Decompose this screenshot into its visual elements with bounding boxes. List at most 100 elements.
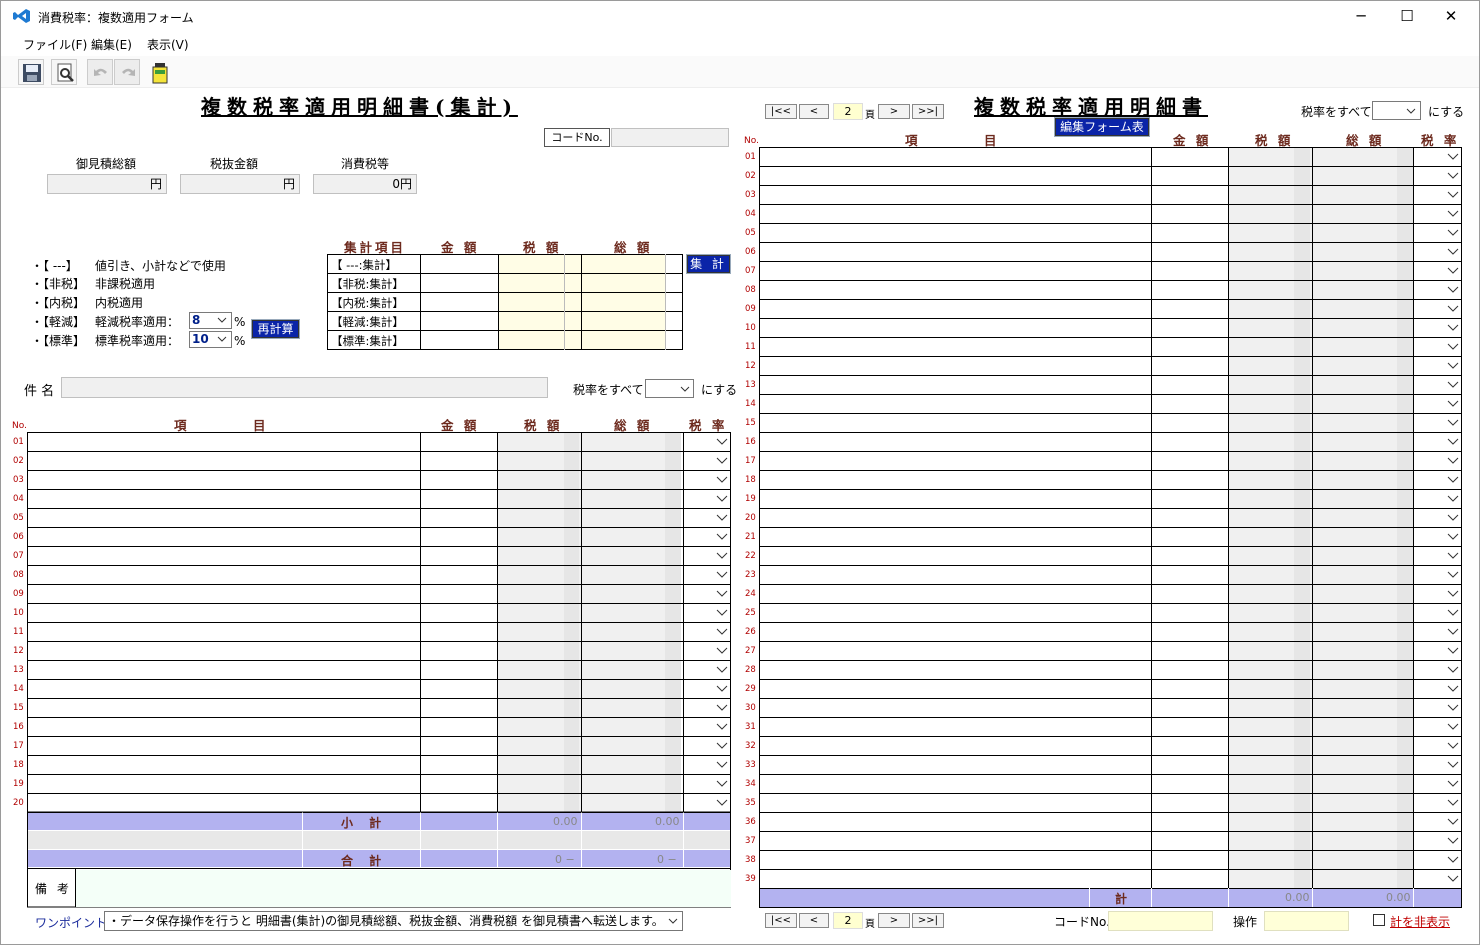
- chevron-down-icon[interactable]: [1447, 229, 1459, 236]
- chevron-down-icon[interactable]: [1447, 267, 1459, 274]
- chevron-down-icon[interactable]: [1447, 381, 1459, 388]
- chevron-down-icon[interactable]: [716, 704, 728, 711]
- chevron-down-icon[interactable]: [1447, 552, 1459, 559]
- chevron-down-icon[interactable]: [1447, 742, 1459, 749]
- chevron-down-icon[interactable]: [716, 495, 728, 502]
- chevron-down-icon[interactable]: [1447, 305, 1459, 312]
- chevron-down-icon[interactable]: [716, 761, 728, 768]
- save-button[interactable]: [18, 59, 44, 85]
- menu-edit[interactable]: 編集(E): [91, 36, 132, 53]
- operation-input[interactable]: [1264, 911, 1349, 931]
- chevron-down-icon[interactable]: [1447, 419, 1459, 426]
- redo-button[interactable]: [114, 59, 140, 85]
- print-preview-button[interactable]: [51, 59, 77, 85]
- undo-button[interactable]: [87, 59, 113, 85]
- chevron-down-icon[interactable]: [1447, 153, 1459, 160]
- chevron-down-icon[interactable]: [716, 533, 728, 540]
- chevron-down-icon[interactable]: [716, 666, 728, 673]
- battery-button[interactable]: [148, 59, 174, 85]
- chevron-down-icon[interactable]: [716, 609, 728, 616]
- nav-last-button[interactable]: >>|: [912, 104, 944, 119]
- row-number: 07: [13, 551, 24, 561]
- chevron-down-icon[interactable]: [716, 571, 728, 578]
- chevron-down-icon[interactable]: [716, 685, 728, 692]
- minimize-button[interactable]: ─: [1338, 1, 1384, 31]
- chevron-down-icon[interactable]: [716, 552, 728, 559]
- subject-label: 件 名: [24, 384, 55, 399]
- aggregate-button[interactable]: 集 計: [686, 254, 731, 274]
- chevron-down-icon[interactable]: [1447, 723, 1459, 730]
- close-button[interactable]: ✕: [1428, 1, 1474, 31]
- hide-total-label[interactable]: 計を非表示: [1390, 913, 1450, 930]
- chevron-down-icon[interactable]: [1447, 495, 1459, 502]
- chevron-down-icon[interactable]: [1447, 799, 1459, 806]
- chevron-down-icon[interactable]: [716, 628, 728, 635]
- chevron-down-icon[interactable]: [716, 780, 728, 787]
- subtotal-tax: 0.00: [553, 815, 578, 828]
- edit-form-button[interactable]: 編集フォーム表示: [1054, 117, 1150, 150]
- chevron-down-icon[interactable]: [1447, 818, 1459, 825]
- maximize-button[interactable]: ☐: [1384, 1, 1430, 31]
- hide-total-checkbox[interactable]: [1373, 914, 1385, 926]
- chevron-down-icon[interactable]: [1447, 856, 1459, 863]
- chevron-down-icon[interactable]: [1447, 400, 1459, 407]
- chevron-down-icon[interactable]: [1447, 685, 1459, 692]
- chevron-down-icon[interactable]: [1447, 780, 1459, 787]
- chevron-down-icon[interactable]: [1447, 172, 1459, 179]
- chevron-down-icon[interactable]: [1447, 609, 1459, 616]
- chevron-down-icon: [217, 317, 227, 323]
- bottom-nav-next-button[interactable]: >: [878, 913, 910, 928]
- bottom-nav-first-button[interactable]: |<<: [765, 913, 797, 928]
- bottom-nav-last-button[interactable]: >>|: [912, 913, 944, 928]
- chevron-down-icon[interactable]: [1447, 704, 1459, 711]
- chevron-down-icon[interactable]: [1447, 476, 1459, 483]
- chevron-down-icon[interactable]: [1447, 362, 1459, 369]
- chevron-down-icon[interactable]: [716, 476, 728, 483]
- chevron-down-icon[interactable]: [1447, 666, 1459, 673]
- chevron-down-icon[interactable]: [716, 590, 728, 597]
- chevron-down-icon[interactable]: [1447, 248, 1459, 255]
- chevron-down-icon[interactable]: [1447, 628, 1459, 635]
- page-number[interactable]: 2: [833, 103, 863, 120]
- chevron-down-icon[interactable]: [1447, 438, 1459, 445]
- row-number: 21: [745, 532, 756, 542]
- chevron-down-icon[interactable]: [1447, 533, 1459, 540]
- chevron-down-icon[interactable]: [1447, 875, 1459, 882]
- legend-desc-standard: 標準税率適用：: [95, 334, 180, 348]
- chevron-down-icon[interactable]: [1447, 514, 1459, 521]
- chevron-down-icon[interactable]: [1447, 837, 1459, 844]
- nav-prev-button[interactable]: <: [799, 104, 829, 119]
- chevron-down-icon[interactable]: [1447, 647, 1459, 654]
- chevron-down-icon[interactable]: [1447, 191, 1459, 198]
- chevron-down-icon[interactable]: [1447, 324, 1459, 331]
- chevron-down-icon[interactable]: [1447, 590, 1459, 597]
- subject-input[interactable]: [61, 377, 548, 398]
- chevron-down-icon[interactable]: [1447, 210, 1459, 217]
- chevron-down-icon[interactable]: [1447, 457, 1459, 464]
- chevron-down-icon[interactable]: [716, 799, 728, 806]
- chevron-down-icon[interactable]: [1447, 571, 1459, 578]
- bottom-nav-prev-button[interactable]: <: [799, 913, 829, 928]
- chevron-down-icon[interactable]: [1447, 343, 1459, 350]
- chevron-down-icon[interactable]: [716, 457, 728, 464]
- chevron-down-icon[interactable]: [1447, 761, 1459, 768]
- nav-first-button[interactable]: |<<: [765, 104, 797, 119]
- onepoint-select[interactable]: ・データ保存操作を行うと 明細書(集計)の御見積総額、税抜金額、消費税額 を御見…: [104, 911, 683, 931]
- recalc-button[interactable]: 再計算: [251, 319, 300, 339]
- nav-next-button[interactable]: >: [878, 104, 910, 119]
- chevron-down-icon[interactable]: [716, 742, 728, 749]
- chevron-down-icon[interactable]: [716, 514, 728, 521]
- menu-view[interactable]: 表示(V): [147, 36, 189, 53]
- chevron-down-icon[interactable]: [716, 438, 728, 445]
- remarks-input[interactable]: [76, 870, 731, 907]
- chevron-down-icon[interactable]: [1447, 286, 1459, 293]
- page-unit: 頁: [865, 110, 875, 121]
- menu-file[interactable]: ファイル(F): [23, 36, 87, 53]
- row-number: 12: [13, 646, 24, 656]
- code-input[interactable]: [611, 128, 729, 147]
- bottom-page-number[interactable]: 2: [833, 912, 863, 929]
- chevron-down-icon[interactable]: [716, 647, 728, 654]
- chevron-down-icon[interactable]: [716, 723, 728, 730]
- row-number: 08: [13, 570, 24, 580]
- bottom-code-input[interactable]: [1108, 911, 1213, 931]
